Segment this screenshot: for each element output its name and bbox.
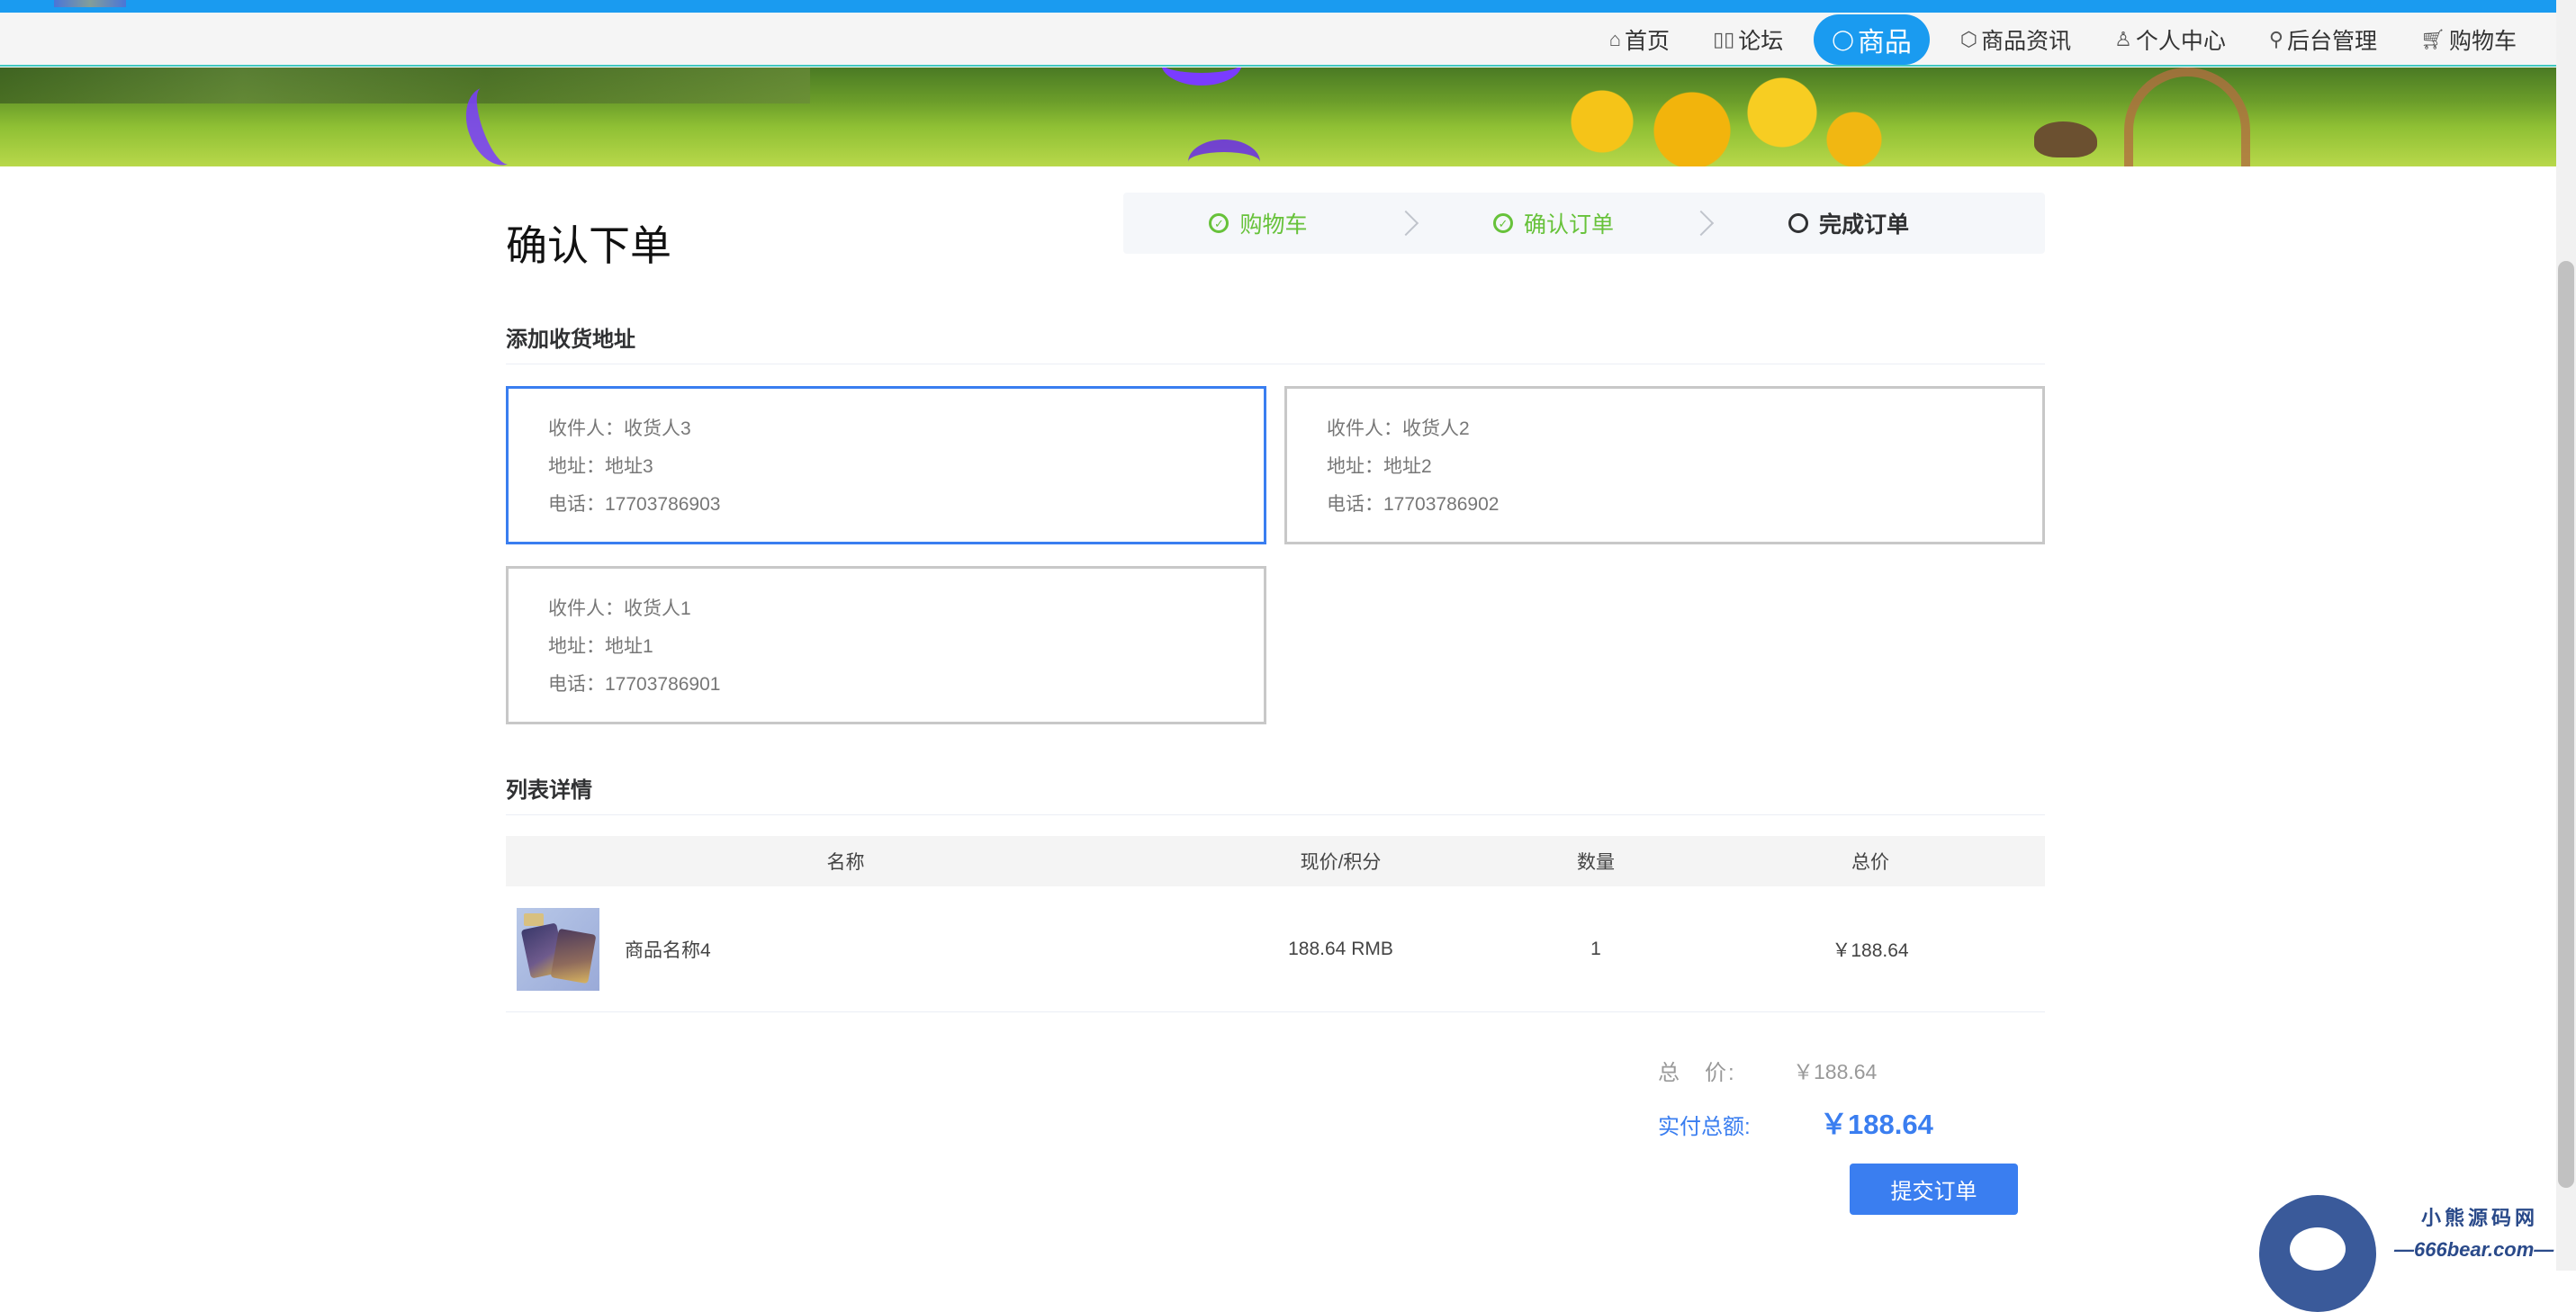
cell-price: 188.64 RMB xyxy=(1288,938,1393,959)
nav-item-6[interactable]: 🛒︎ 购物车 xyxy=(2408,14,2529,65)
step-label: 购物车 xyxy=(1239,212,1308,238)
site-logo[interactable] xyxy=(54,0,126,7)
phone-text: 电话：17703786903 xyxy=(548,494,721,515)
submit-order-button[interactable]: 提交订单 xyxy=(1850,1164,2018,1215)
list-section-title: 列表详情 xyxy=(506,772,2045,815)
cart-icon: 🛒︎ xyxy=(2420,28,2445,50)
recipient-text: 收件人：收货人3 xyxy=(548,418,691,439)
cell-total: ￥188.64 xyxy=(1832,939,1909,961)
table-header: 名称 现价/积分 数量 总价 xyxy=(506,836,2045,886)
page-scrollbar[interactable] xyxy=(2556,0,2576,1271)
watermark-logo: 小熊源码网 —666bear.com— xyxy=(2259,1188,2556,1312)
recipient-text: 收件人：收货人1 xyxy=(548,598,691,619)
scrollbar-thumb[interactable] xyxy=(2558,261,2574,1188)
address-text: 地址：地址3 xyxy=(548,456,653,477)
step-cart: ✓ 购物车 xyxy=(1123,207,1393,239)
nav-item-label: 购物车 xyxy=(2448,29,2517,54)
home-icon: ⌂ xyxy=(1608,28,1622,50)
column-header-name: 名称 xyxy=(826,852,865,873)
product-thumbnail[interactable] xyxy=(517,907,599,991)
news-icon: ⬡ xyxy=(1959,28,1978,50)
column-header-price: 现价/积分 xyxy=(1300,852,1382,873)
page-title: 确认下单 xyxy=(506,222,671,269)
address-card-1[interactable]: 收件人：收货人1 地址：地址1 电话：17703786901 xyxy=(506,566,1266,724)
order-items-table: 名称 现价/积分 数量 总价 商品名称4 188.64 RMB 1 ￥188.6… xyxy=(506,836,2045,1012)
actual-pay-value: ￥188.64 xyxy=(1820,1109,1933,1140)
step-complete: 完成订单 xyxy=(1714,207,1984,239)
nav-item-label: 个人中心 xyxy=(2135,29,2226,54)
order-steps: ✓ 购物车 ✓ 确认订单 完成订单 xyxy=(1123,193,2045,254)
recipient-text: 收件人：收货人2 xyxy=(1327,418,1470,439)
address-text: 地址：地址1 xyxy=(548,636,653,657)
address-section-title: 添加收货地址 xyxy=(506,321,2045,364)
nav-item-3[interactable]: ⬡ 商品资讯 xyxy=(1948,14,2084,65)
nav-item-0[interactable]: ⌂ 首页 xyxy=(1597,14,1682,65)
nav-item-label: 商品资讯 xyxy=(1981,29,2072,54)
banner-image xyxy=(0,67,2556,166)
step-label: 完成订单 xyxy=(1818,212,1909,238)
nav-item-label: 论坛 xyxy=(1738,29,1784,54)
chevron-right-icon xyxy=(1688,210,1715,237)
user-icon: ♙ xyxy=(2114,28,2132,50)
actual-pay-label: 实付总额: xyxy=(1658,1115,1751,1139)
nav-list: ⌂ 首页 ▯▯ 论坛 ◯ 商品 ⬡ 商品资讯 ♙ 个人中心 ⚲ 后台管理 🛒︎ 购物车 xyxy=(1597,13,2529,67)
cell-name: 商品名称4 xyxy=(506,907,1185,991)
forum-icon: ▯▯ xyxy=(1713,28,1735,50)
top-navbar: ⌂ 首页 ▯▯ 论坛 ◯ 商品 ⬡ 商品资讯 ♙ 个人中心 ⚲ 后台管理 🛒︎ 购物车 xyxy=(0,13,2556,67)
link-icon: ⚲ xyxy=(2268,28,2284,50)
nav-item-label: 后台管理 xyxy=(2287,29,2378,54)
chevron-right-icon xyxy=(1392,210,1419,237)
column-header-total: 总价 xyxy=(1851,852,1889,873)
nav-item-label: 首页 xyxy=(1625,29,1671,54)
address-card-3[interactable]: 收件人：收货人3 地址：地址3 电话：17703786903 xyxy=(506,386,1266,544)
nav-item-2[interactable]: ◯ 商品 xyxy=(1814,14,1930,65)
check-circle-icon: ✓ xyxy=(1492,213,1513,233)
cell-qty: 1 xyxy=(1590,938,1601,959)
table-row: 商品名称4 188.64 RMB 1 ￥188.64 xyxy=(506,886,2045,1012)
circle-icon xyxy=(1788,213,1808,233)
nav-item-1[interactable]: ▯▯ 论坛 xyxy=(1700,14,1796,65)
nav-item-label: 商品 xyxy=(1857,28,1912,58)
top-strip xyxy=(0,0,2576,13)
address-card-2[interactable]: 收件人：收货人2 地址：地址2 电话：17703786902 xyxy=(1284,386,2045,544)
address-text: 地址：地址2 xyxy=(1327,456,1432,477)
check-circle-icon: ✓ xyxy=(1209,213,1229,233)
column-header-qty: 数量 xyxy=(1577,852,1615,873)
total-price-label: 总 价: xyxy=(1658,1061,1736,1085)
nav-item-4[interactable]: ♙ 个人中心 xyxy=(2102,14,2238,65)
phone-text: 电话：17703786902 xyxy=(1327,494,1500,515)
phone-text: 电话：17703786901 xyxy=(548,674,721,695)
nav-item-5[interactable]: ⚲ 后台管理 xyxy=(2256,14,2390,65)
watermark-url: —666bear.com— xyxy=(2394,1238,2554,1261)
step-label: 确认订单 xyxy=(1523,212,1614,238)
watermark-title: 小熊源码网 xyxy=(2421,1207,2539,1229)
total-price-value: ￥188.64 xyxy=(1793,1060,1878,1083)
step-confirm: ✓ 确认订单 xyxy=(1419,207,1689,239)
product-name: 商品名称4 xyxy=(625,939,711,961)
goods-icon: ◯ xyxy=(1832,28,1854,50)
